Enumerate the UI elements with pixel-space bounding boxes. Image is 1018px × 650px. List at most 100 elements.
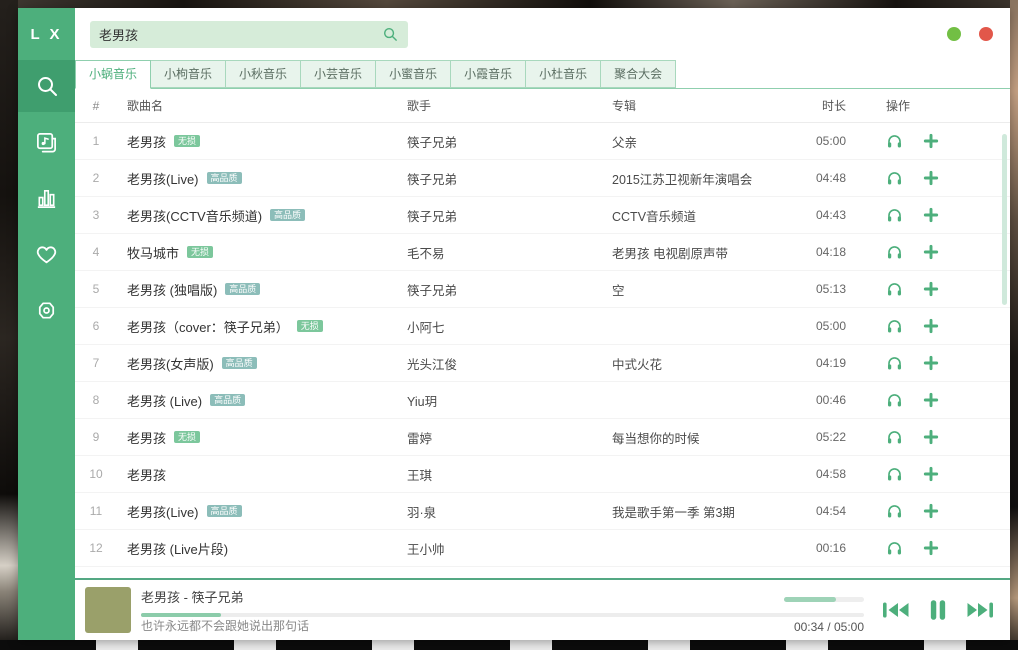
headphone-icon — [886, 133, 903, 150]
pause-button[interactable] — [925, 597, 951, 623]
artist-cell: 筷子兄弟 — [397, 206, 602, 225]
add-button[interactable] — [923, 133, 939, 149]
artist-cell: 筷子兄弟 — [397, 132, 602, 151]
plus-icon — [923, 466, 939, 482]
headphone-icon — [886, 170, 903, 187]
volume-slider[interactable] — [784, 597, 864, 602]
sidebar-item-songlist[interactable] — [18, 116, 75, 168]
table-row[interactable]: 12 老男孩 (Live片段) 王小帅 00:16 — [75, 530, 1010, 567]
listen-button[interactable] — [886, 466, 903, 483]
tab-聚合大会[interactable]: 聚合大会 — [601, 60, 676, 88]
scrollbar-thumb[interactable] — [1002, 134, 1007, 305]
tab-小蜜音乐[interactable]: 小蜜音乐 — [376, 60, 451, 88]
tab-小秋音乐[interactable]: 小秋音乐 — [226, 60, 301, 88]
artist-cell: 光头江俊 — [397, 354, 602, 373]
row-actions — [852, 318, 955, 335]
add-button[interactable] — [923, 540, 939, 556]
main-content: 小蜗音乐小枸音乐小秋音乐小芸音乐小蜜音乐小霞音乐小杜音乐聚合大会 # 歌曲名 歌… — [75, 60, 1010, 640]
song-name-cell: 牧马城市无损 — [117, 243, 397, 262]
gear-icon — [35, 299, 58, 322]
listen-button[interactable] — [886, 244, 903, 261]
add-button[interactable] — [923, 170, 939, 186]
col-artist: 歌手 — [397, 97, 602, 114]
duration-cell: 05:00 — [780, 319, 852, 333]
table-row[interactable]: 5 老男孩 (独唱版)高品质 筷子兄弟 空 05:13 — [75, 271, 1010, 308]
add-button[interactable] — [923, 429, 939, 445]
listen-button[interactable] — [886, 392, 903, 409]
duration-cell: 00:46 — [780, 393, 852, 407]
album-cell: 中式火花 — [602, 354, 780, 373]
row-actions — [852, 392, 955, 409]
sidebar-item-favorites[interactable] — [18, 228, 75, 280]
table-row[interactable]: 10 老男孩 王琪 04:58 — [75, 456, 1010, 493]
search-icon — [35, 74, 59, 98]
tab-小芸音乐[interactable]: 小芸音乐 — [301, 60, 376, 88]
add-button[interactable] — [923, 466, 939, 482]
table-row[interactable]: 8 老男孩 (Live)高品质 Yiu玥 00:46 — [75, 382, 1010, 419]
plus-icon — [923, 429, 939, 445]
add-button[interactable] — [923, 503, 939, 519]
pause-icon — [925, 597, 951, 623]
next-button[interactable] — [964, 598, 996, 622]
table-row[interactable]: 4 牧马城市无损 毛不易 老男孩 电视剧原声带 04:18 — [75, 234, 1010, 271]
tab-小蜗音乐[interactable]: 小蜗音乐 — [75, 60, 151, 89]
search-input[interactable]: 老男孩 — [90, 21, 408, 48]
col-song: 歌曲名 — [117, 97, 397, 114]
listen-button[interactable] — [886, 318, 903, 335]
headphone-icon — [886, 503, 903, 520]
sidebar-item-settings[interactable] — [18, 284, 75, 336]
col-index: # — [75, 99, 117, 113]
add-button[interactable] — [923, 281, 939, 297]
search-value: 老男孩 — [99, 25, 382, 44]
headphone-icon — [886, 466, 903, 483]
listen-button[interactable] — [886, 133, 903, 150]
sidebar — [18, 60, 75, 640]
row-index: 3 — [75, 208, 117, 222]
quality-badge: 高品质 — [207, 172, 242, 184]
table-row[interactable]: 2 老男孩(Live)高品质 筷子兄弟 2015江苏卫视新年演唱会 04:48 — [75, 160, 1010, 197]
headphone-icon — [886, 244, 903, 261]
sidebar-item-leaderboard[interactable] — [18, 172, 75, 224]
headphone-icon — [886, 392, 903, 409]
quality-badge: 高品质 — [222, 357, 257, 369]
previous-button[interactable] — [880, 598, 912, 622]
row-actions — [852, 244, 955, 261]
table-row[interactable]: 6 老男孩（cover：筷子兄弟）无损 小阿七 05:00 — [75, 308, 1010, 345]
listen-button[interactable] — [886, 207, 903, 224]
table-row[interactable]: 7 老男孩(女声版)高品质 光头江俊 中式火花 04:19 — [75, 345, 1010, 382]
add-button[interactable] — [923, 244, 939, 260]
tab-小霞音乐[interactable]: 小霞音乐 — [451, 60, 526, 88]
col-actions: 操作 — [852, 97, 955, 114]
listen-button[interactable] — [886, 355, 903, 372]
listen-button[interactable] — [886, 281, 903, 298]
sidebar-item-search[interactable] — [18, 60, 75, 112]
previous-icon — [880, 598, 912, 622]
search-icon[interactable] — [382, 26, 399, 43]
row-index: 10 — [75, 467, 117, 481]
quality-badge: 高品质 — [270, 209, 305, 221]
tab-小枸音乐[interactable]: 小枸音乐 — [151, 60, 226, 88]
listen-button[interactable] — [886, 429, 903, 446]
tab-小杜音乐[interactable]: 小杜音乐 — [526, 60, 601, 88]
row-index: 12 — [75, 541, 117, 555]
close-button[interactable] — [979, 27, 993, 41]
table-row[interactable]: 3 老男孩(CCTV音乐频道)高品质 筷子兄弟 CCTV音乐频道 04:43 — [75, 197, 1010, 234]
add-button[interactable] — [923, 355, 939, 371]
add-button[interactable] — [923, 392, 939, 408]
listen-button[interactable] — [886, 540, 903, 557]
album-cell: 我是歌手第一季 第3期 — [602, 502, 780, 521]
plus-icon — [923, 244, 939, 260]
search-area: 老男孩 — [75, 8, 947, 60]
add-button[interactable] — [923, 207, 939, 223]
lyric-line: 也许永远都不会跟她说出那句话 — [141, 617, 309, 634]
listen-button[interactable] — [886, 170, 903, 187]
minimize-button[interactable] — [947, 27, 961, 41]
artist-cell: 筷子兄弟 — [397, 169, 602, 188]
listen-button[interactable] — [886, 503, 903, 520]
table-row[interactable]: 11 老男孩(Live)高品质 羽·泉 我是歌手第一季 第3期 04:54 — [75, 493, 1010, 530]
quality-badge: 无损 — [174, 431, 200, 443]
album-art[interactable] — [85, 587, 131, 633]
add-button[interactable] — [923, 318, 939, 334]
table-row[interactable]: 1 老男孩无损 筷子兄弟 父亲 05:00 — [75, 123, 1010, 160]
table-row[interactable]: 9 老男孩无损 雷婷 每当想你的时候 05:22 — [75, 419, 1010, 456]
